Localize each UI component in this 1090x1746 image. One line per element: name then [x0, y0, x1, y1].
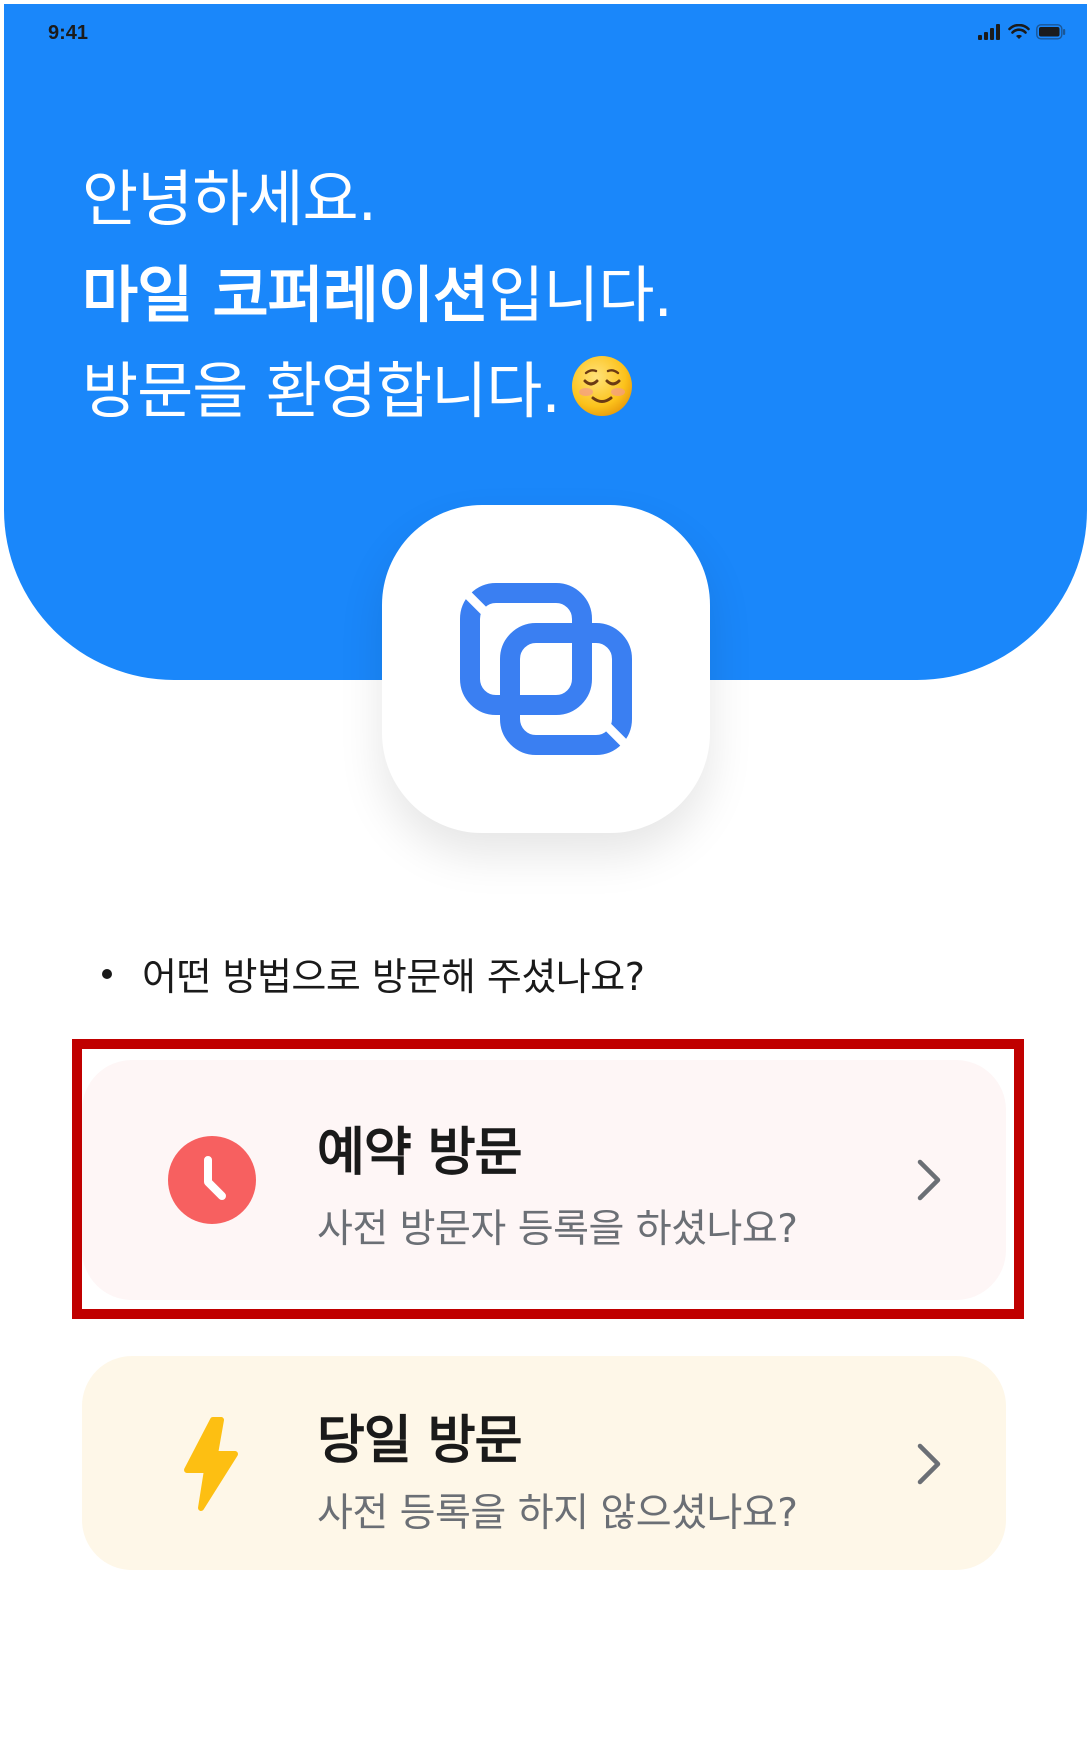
status-time: 9:41	[48, 22, 89, 44]
clock-icon	[168, 1136, 256, 1224]
lightning-icon	[177, 1416, 243, 1512]
greeting-line-2: 마일 코퍼레이션입니다.	[82, 248, 673, 344]
same-day-visit-subtitle: 사전 등록을 하지 않으셨나요?	[317, 1491, 798, 1536]
same-day-visit-title: 당일 방문	[317, 1411, 522, 1471]
company-name: 마일 코퍼레이션	[82, 260, 489, 331]
greeting-line-2-suffix: 입니다.	[488, 260, 673, 331]
company-logo	[382, 505, 710, 833]
reserved-visit-title: 예약 방문	[317, 1123, 522, 1183]
greeting-line-3: 방문을 환영합니다.	[82, 344, 672, 440]
greeting-line-1: 안녕하세요.	[82, 164, 377, 235]
bullet-marker	[102, 968, 112, 979]
question-text: 어떤 방법으로 방문해 주셨나요?	[142, 955, 645, 999]
visitor-checkin-screen: 9:41 안녕하세요. 마일 코퍼레이션입니다. 방문을 환영합니다. 어떤 방…	[0, 0, 1090, 1746]
welcome-greeting: 안녕하세요. 마일 코퍼레이션입니다. 방문을 환영합니다.	[82, 152, 673, 440]
visit-method-question: 어떤 방법으로 방문해 주셨나요?	[102, 946, 645, 1001]
chevron-right-icon	[917, 1159, 941, 1201]
reserved-visit-subtitle: 사전 방문자 등록을 하셨나요?	[317, 1207, 798, 1252]
reserved-visit-option[interactable]: 예약 방문 사전 방문자 등록을 하셨나요?	[82, 1060, 1006, 1300]
same-day-visit-option[interactable]: 당일 방문 사전 등록을 하지 않으셨나요?	[82, 1356, 1006, 1570]
smiling-face-emoji-icon	[571, 356, 632, 416]
battery-icon	[1036, 24, 1066, 40]
company-logo-mark-icon	[456, 583, 636, 755]
greeting-line-3-text: 방문을 환영합니다.	[82, 356, 561, 427]
status-icons	[978, 24, 1066, 40]
chevron-right-icon	[917, 1443, 941, 1485]
signal-icon	[978, 24, 1000, 40]
wifi-icon	[1008, 24, 1030, 39]
